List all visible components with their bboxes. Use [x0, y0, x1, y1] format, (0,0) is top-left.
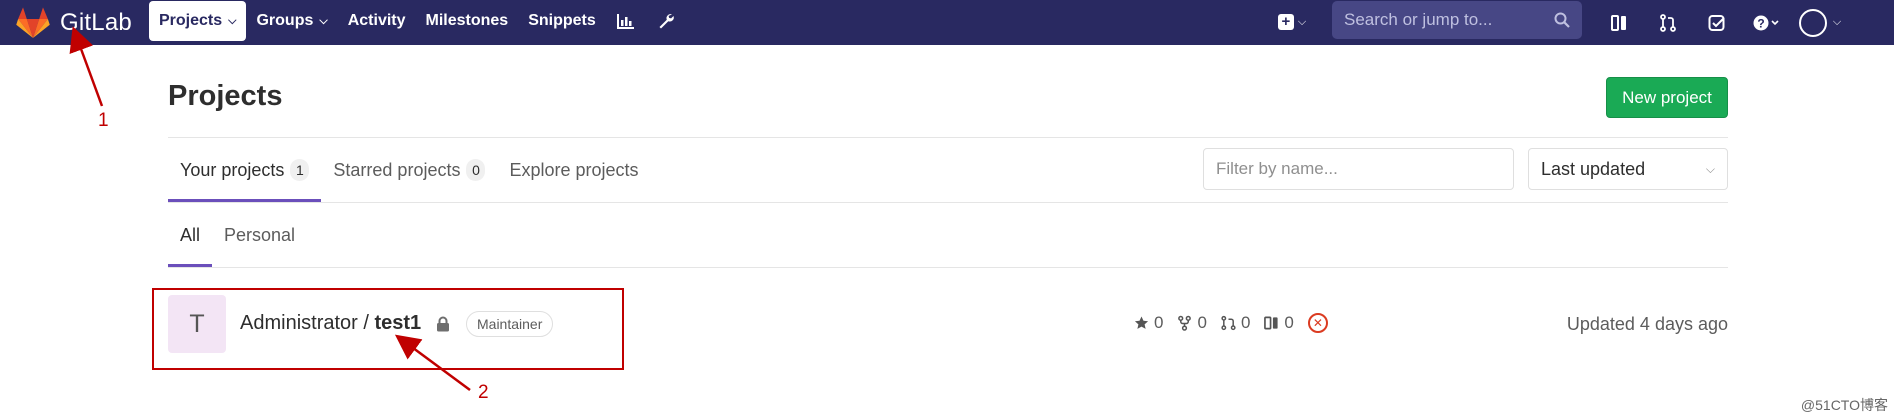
tab-starred-projects[interactable]: Starred projects 0: [321, 138, 497, 202]
forks-count[interactable]: 0: [1177, 313, 1207, 333]
nav-groups[interactable]: Groups ⌵: [246, 1, 337, 41]
count-badge: 1: [290, 159, 310, 181]
new-project-button[interactable]: New project: [1606, 77, 1728, 118]
chevron-down-icon: ⌵: [228, 14, 237, 27]
count-badge: 0: [466, 159, 486, 181]
navbar-right: + ⌵: [1268, 4, 1316, 40]
search-icon: [1554, 12, 1570, 28]
nav-milestones[interactable]: Milestones: [416, 1, 519, 41]
merge-requests-count[interactable]: 0: [1221, 313, 1250, 333]
tab-all[interactable]: All: [168, 203, 213, 267]
watermark: @51CTO博客: [1800, 397, 1888, 413]
search-input[interactable]: Search or jump to...: [1332, 1, 1582, 39]
sort-dropdown[interactable]: Last updated ⌵: [1528, 148, 1728, 190]
wrench-icon[interactable]: [646, 1, 686, 41]
help-icon[interactable]: ?: [1741, 0, 1790, 45]
project-filter-tabs: All Personal: [168, 203, 307, 267]
tab-personal[interactable]: Personal: [212, 203, 307, 267]
updated-time: Updated 4 days ago: [1566, 314, 1728, 334]
checkbox-icon[interactable]: [1692, 0, 1741, 45]
merge-request-icon: [1221, 315, 1236, 331]
user-menu[interactable]: ⌵: [1790, 0, 1850, 45]
navbar-right-icons: ? ⌵: [1594, 0, 1850, 45]
chevron-down-icon: ⌵: [1297, 15, 1307, 28]
page-title: Projects: [168, 80, 283, 112]
pipeline-failed-icon[interactable]: ✕: [1307, 313, 1328, 333]
main-nav: Projects ⌵ Groups ⌵ Activity Milestones …: [149, 1, 686, 41]
annotation-label-2: 2: [478, 382, 489, 403]
divider: [168, 202, 1728, 203]
chevron-down-icon: ⌵: [1705, 161, 1715, 176]
new-dropdown[interactable]: + ⌵: [1268, 4, 1316, 40]
gitlab-home-link[interactable]: GitLab: [16, 6, 132, 39]
project-tabs: Your projects 1 Starred projects 0 Explo…: [168, 138, 651, 202]
annotation-label-1: 1: [98, 110, 109, 131]
star-icon: [1134, 316, 1149, 329]
gitlab-logo-icon: [16, 6, 50, 38]
filter-by-name-input[interactable]: [1203, 148, 1514, 190]
annotation-highlight-box: [152, 288, 624, 370]
nav-snippets[interactable]: Snippets: [518, 1, 606, 41]
brand-name: GitLab: [60, 8, 132, 36]
merge-request-icon[interactable]: [1643, 0, 1692, 45]
todo-sidebar-icon[interactable]: [1594, 0, 1643, 45]
svg-text:?: ?: [1757, 16, 1764, 30]
plus-icon: +: [1277, 14, 1294, 30]
tab-explore-projects[interactable]: Explore projects: [497, 138, 650, 202]
divider: [168, 267, 1728, 268]
avatar: [1798, 8, 1827, 37]
stars-count[interactable]: 0: [1134, 313, 1163, 333]
fork-icon: [1178, 315, 1192, 331]
tab-your-projects[interactable]: Your projects 1: [168, 138, 322, 202]
nav-activity[interactable]: Activity: [338, 1, 416, 41]
issues-icon: [1264, 316, 1278, 330]
project-stats: 0 0 0 0 ✕: [1134, 313, 1328, 333]
annotation-arrow-1: [69, 26, 104, 107]
chevron-down-icon: ⌵: [319, 14, 328, 27]
top-navbar: GitLab Projects ⌵ Groups ⌵ Activity Mile…: [0, 0, 1894, 45]
nav-projects[interactable]: Projects ⌵: [149, 1, 247, 41]
chevron-down-icon: ⌵: [1832, 16, 1842, 28]
issues-count[interactable]: 0: [1264, 313, 1294, 333]
chart-icon[interactable]: [606, 1, 646, 41]
